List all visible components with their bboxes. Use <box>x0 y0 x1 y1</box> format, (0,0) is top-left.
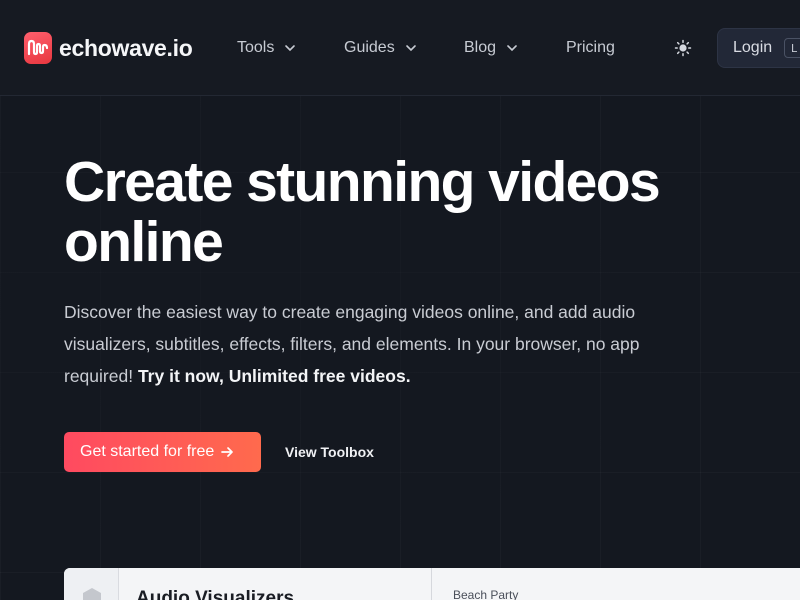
login-label: Login <box>733 39 773 56</box>
login-button[interactable]: Login L <box>717 28 800 68</box>
nav-item-blog[interactable]: Blog <box>464 38 518 58</box>
chevron-down-icon <box>507 45 517 52</box>
nav-item-label: Pricing <box>566 39 615 56</box>
theme-toggle-button[interactable] <box>673 38 693 58</box>
nav-item-guides[interactable]: Guides <box>344 38 417 58</box>
brand-logo[interactable]: echowave.io <box>24 32 193 64</box>
chevron-down-icon <box>285 45 296 52</box>
nav-item-pricing[interactable]: Pricing <box>566 38 615 58</box>
sun-icon <box>674 39 692 57</box>
hero-description-emphasis: Try it now, Unlimited free videos. <box>137 366 411 386</box>
preview-divider <box>431 568 432 600</box>
hexagon-icon[interactable] <box>80 586 104 600</box>
get-started-button[interactable]: Get started for free <box>64 432 261 472</box>
cta-label: Get started for free <box>80 443 215 460</box>
preview-sidebar <box>64 568 119 600</box>
preview-canvas-label: Beach Party <box>453 588 519 600</box>
preview-panel-title: Audio Visualizers <box>136 588 295 600</box>
arrow-right-icon <box>221 447 234 457</box>
chevron-down-icon <box>405 45 416 52</box>
top-navbar: echowave.io Tools Guides Blog Pricing Lo… <box>0 0 800 96</box>
nav-item-label: Tools <box>237 39 275 56</box>
hero-title: Create stunning videos online <box>64 150 661 274</box>
brand-name: echowave.io <box>59 34 193 61</box>
nav-item-label: Blog <box>464 39 497 56</box>
nav-item-label: Guides <box>344 39 395 56</box>
hero-description: Discover the easiest way to create engag… <box>64 296 684 392</box>
keyboard-shortcut-badge: L <box>784 38 800 58</box>
waveform-logo-icon <box>24 32 52 64</box>
nav-item-tools[interactable]: Tools <box>237 38 296 58</box>
view-toolbox-link[interactable]: View Toolbox <box>285 444 374 460</box>
editor-preview: Audio Visualizers Beach Party <box>64 568 800 600</box>
